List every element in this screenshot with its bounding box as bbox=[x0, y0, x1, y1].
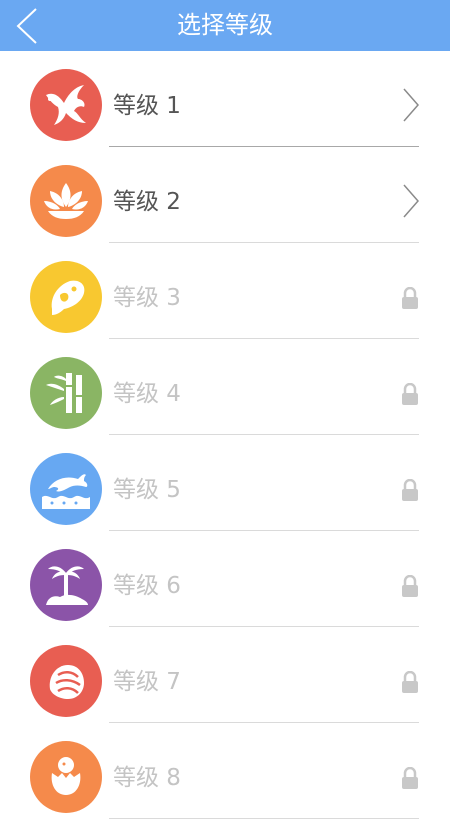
level-label: 等级 8 bbox=[113, 765, 181, 791]
lock-icon bbox=[402, 767, 418, 789]
level-item-6[interactable]: 等级 6 bbox=[0, 531, 450, 627]
level-item-5[interactable]: 等级 5 bbox=[0, 435, 450, 531]
hatching-chick-icon bbox=[51, 757, 81, 795]
bird-icon bbox=[51, 280, 85, 315]
lotus-icon bbox=[44, 183, 88, 219]
level-label: 等级 4 bbox=[113, 381, 181, 407]
lock-icon bbox=[402, 479, 418, 501]
level-badge-7 bbox=[30, 645, 102, 717]
level-label: 等级 7 bbox=[113, 669, 181, 695]
chevron-right-icon bbox=[403, 184, 419, 218]
shell-icon bbox=[49, 665, 84, 699]
level-label: 等级 5 bbox=[113, 477, 181, 503]
dolphin-icon bbox=[42, 474, 90, 509]
level-item-2[interactable]: 等级 2 bbox=[0, 147, 450, 243]
header-bar: 选择等级 bbox=[0, 0, 450, 51]
level-label: 等级 2 bbox=[113, 189, 181, 215]
level-badge-8 bbox=[30, 741, 102, 813]
level-badge-5 bbox=[30, 453, 102, 525]
level-item-7[interactable]: 等级 7 bbox=[0, 627, 450, 723]
level-item-3[interactable]: 等级 3 bbox=[0, 243, 450, 339]
lock-icon bbox=[402, 383, 418, 405]
chevron-right-icon bbox=[403, 88, 419, 122]
level-label: 等级 1 bbox=[113, 93, 181, 119]
palm-tree-icon bbox=[46, 566, 88, 605]
level-badge-1 bbox=[30, 69, 102, 141]
level-item-4[interactable]: 等级 4 bbox=[0, 339, 450, 435]
lock-icon bbox=[402, 287, 418, 309]
lock-icon bbox=[402, 671, 418, 693]
level-badge-2 bbox=[30, 165, 102, 237]
level-badge-4 bbox=[30, 357, 102, 429]
phoenix-icon bbox=[46, 85, 86, 125]
level-list: 等级 1 等级 2 等级 3 等级 4 等级 5 等级 6 等级 7 等级 8 bbox=[0, 51, 450, 819]
bamboo-icon bbox=[46, 373, 84, 413]
page-title: 选择等级 bbox=[177, 11, 273, 39]
level-badge-3 bbox=[30, 261, 102, 333]
lock-icon bbox=[402, 575, 418, 597]
level-badge-6 bbox=[30, 549, 102, 621]
level-label: 等级 6 bbox=[113, 573, 181, 599]
level-item-8[interactable]: 等级 8 bbox=[0, 723, 450, 819]
level-item-1[interactable]: 等级 1 bbox=[0, 51, 450, 147]
level-label: 等级 3 bbox=[113, 285, 181, 311]
